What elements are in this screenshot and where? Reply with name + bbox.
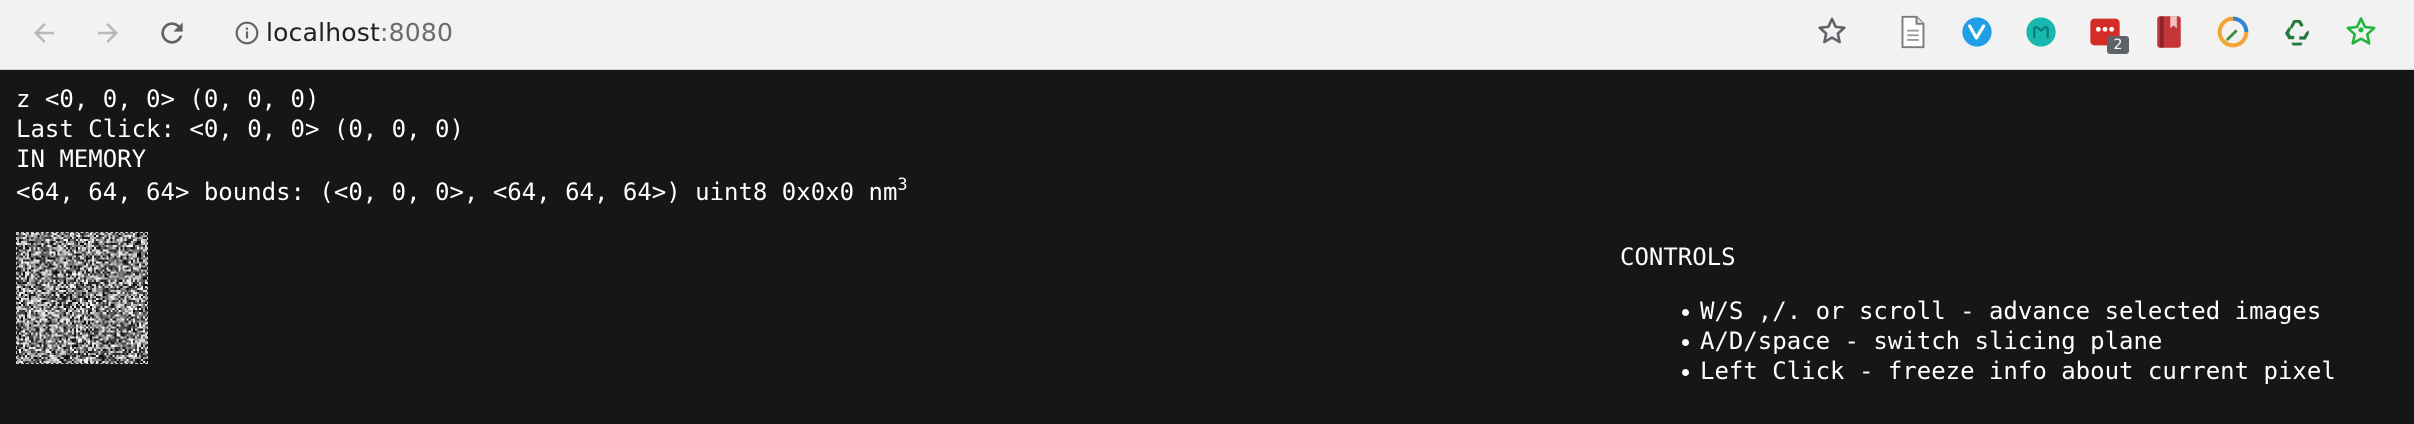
star-person-icon [2346, 17, 2376, 45]
extension-document[interactable] [1895, 14, 1931, 50]
last-click-line: Last Click: <0, 0, 0> (0, 0, 0) [16, 115, 464, 143]
back-arrow-icon [34, 23, 54, 43]
page-content: z <0, 0, 0> (0, 0, 0) Last Click: <0, 0,… [0, 70, 2414, 424]
reload-icon [161, 22, 183, 44]
memory-status: IN MEMORY [16, 145, 147, 173]
reload-button[interactable] [152, 13, 192, 53]
recycle-icon [2284, 19, 2310, 46]
extension-lastpass[interactable]: 2 [2087, 14, 2129, 54]
bookmark-star-icon[interactable] [1815, 14, 1849, 48]
m-icon [2026, 17, 2056, 47]
compass-pen-icon [2217, 16, 2249, 48]
url-host: localhost [266, 17, 381, 47]
controls-item-advance: W/S ,/. or scroll - advance selected ima… [1682, 296, 2410, 326]
vivaldi-icon [1962, 17, 1992, 47]
browser-toolbar: localhost:8080 2 [0, 0, 2414, 70]
bounds-text: <64, 64, 64> bounds: (<0, 0, 0>, <64, 64… [16, 178, 898, 206]
forward-button[interactable] [88, 13, 128, 53]
controls-panel: CONTROLS W/S ,/. or scroll - advance sel… [1620, 242, 2410, 386]
bounds-unit-exponent: 3 [897, 175, 908, 195]
z-coordinate-line: z <0, 0, 0> (0, 0, 0) [16, 85, 320, 113]
bounds-line: <64, 64, 64> bounds: (<0, 0, 0>, <64, 64… [16, 177, 908, 207]
address-bar[interactable]: localhost:8080 [222, 12, 1842, 52]
forward-arrow-icon [98, 23, 118, 43]
extension-compass[interactable] [2215, 14, 2251, 50]
controls-list: W/S ,/. or scroll - advance selected ima… [1620, 296, 2410, 386]
lastpass-badge: 2 [2107, 36, 2129, 54]
extension-vivaldi[interactable] [1959, 14, 1995, 50]
url-text: localhost:8080 [266, 18, 453, 47]
extension-bookmark-book[interactable] [2151, 14, 2187, 50]
back-button[interactable] [24, 13, 64, 53]
bookmark-book-icon [2157, 16, 2181, 48]
controls-item-freeze-info: Left Click - freeze info about current p… [1682, 356, 2410, 386]
extension-recycle[interactable] [2279, 14, 2315, 50]
noise-image-canvas[interactable] [17, 233, 147, 363]
extension-m[interactable] [2023, 14, 2059, 50]
extension-star-person[interactable] [2343, 14, 2379, 50]
image-slice-viewer[interactable] [16, 232, 148, 364]
controls-title: CONTROLS [1620, 243, 1736, 271]
document-icon [1901, 15, 1925, 49]
controls-item-switch-plane: A/D/space - switch slicing plane [1682, 326, 2410, 356]
info-icon[interactable] [234, 20, 260, 46]
url-port: :8080 [380, 17, 454, 47]
